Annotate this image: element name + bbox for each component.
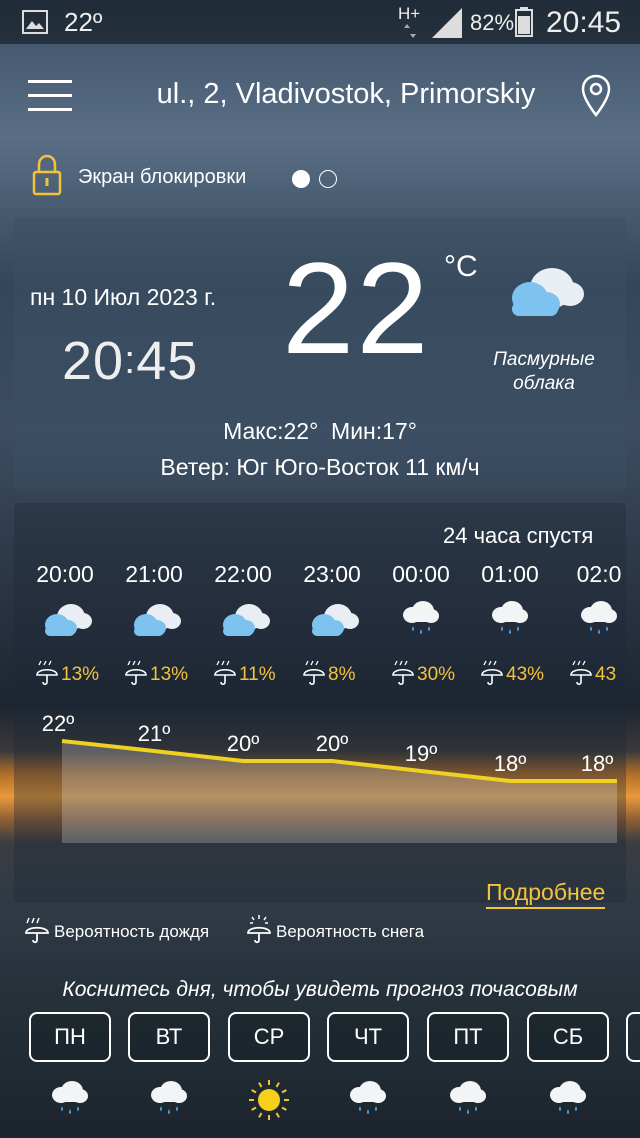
hourly-temp-label: 18º [581,751,614,776]
hourly-temp-label: 18º [494,751,527,776]
clock-minutes: 45 [136,331,199,391]
status-bar: 22º H+ 82% 20:45 [0,0,640,44]
day-button-partial[interactable] [626,1012,640,1062]
battery-icon [515,7,533,37]
location-title[interactable]: ul., 2, Vladivostok, Primorskiy [132,78,560,111]
cloud-icon [223,604,270,636]
condition-line-2: облака [513,373,575,394]
rain-legend-label: Вероятность дождя [54,922,210,941]
hourly-time: 21:00 [125,561,183,587]
clock-separator: : [124,338,137,382]
umbrella-icon [125,660,147,686]
rain-cloud-icon [350,1081,386,1114]
lock-icon[interactable] [32,154,62,196]
daily-hint: Коснитесь дня, чтобы увидеть прогноз поч… [62,978,578,1001]
menu-button[interactable] [28,80,72,112]
hourly-title: 24 часа спустя [443,523,594,548]
temperature-unit: °C [444,250,478,283]
condition-line-1: Пасмурные [493,349,595,370]
hourly-temp-label: 21º [138,721,171,746]
rain-cloud-icon [403,601,439,634]
precip-percent: 43 [595,664,617,685]
wind-value: Юг Юго-Восток 11 км/ч [236,454,480,480]
rain-probability-icon [25,917,49,944]
current-date: пн 10 Июл 2023 г. [30,284,217,310]
lock-screen-label[interactable]: Экран блокировки [78,166,246,189]
temperature-area [62,741,617,843]
day-button[interactable]: ЧТ [327,1012,409,1062]
snow-legend-label: Вероятность снега [276,922,425,941]
location-pin-icon[interactable] [580,74,612,118]
cloud-icon [45,604,92,636]
current-clock: 20:45 [62,330,198,392]
cloud-icon [312,604,359,636]
precip-percent: 11% [239,664,276,685]
rain-cloud-icon [581,601,617,634]
hourly-temperature-chart: 22º 21º 20º 20º 19º 18º 18º [42,711,617,843]
menu-line [28,80,72,83]
min-value: 17° [382,418,417,444]
rain-cloud-icon [550,1081,586,1114]
hourly-temp-label: 19º [405,741,438,766]
min-label: Мин: [331,418,383,444]
data-arrows-icon [404,24,416,38]
hourly-temp-label: 20º [316,731,349,756]
day-button[interactable]: СР [228,1012,310,1062]
precip-percent: 13% [150,664,189,685]
page-dot-active[interactable] [292,170,310,188]
clock-hours: 20 [62,331,125,391]
hourly-time: 02:0 [576,561,622,587]
hourly-temp-label: 22º [42,711,75,736]
snow-probability-icon [247,915,271,944]
day-button[interactable]: ПТ [427,1012,509,1062]
current-temperature: 22 [282,235,431,381]
min-max-row: Макс:22° Мин:17° [14,418,626,445]
precip-percent: 8% [328,664,356,685]
umbrella-icon [36,660,58,686]
battery-percent: 82% [470,10,515,35]
day-button[interactable]: СБ [527,1012,609,1062]
more-details-link[interactable]: Подробнее [486,879,606,909]
umbrella-icon [481,660,503,686]
hourly-time: 01:00 [481,561,539,587]
umbrella-icon [570,660,592,686]
wind-label: Ветер: [160,454,230,480]
umbrella-icon [214,660,236,686]
precip-percent: 43% [506,664,545,685]
umbrella-icon [392,660,414,686]
hourly-temp-label: 20º [227,731,260,756]
precip-percent: 13% [61,664,100,685]
cloud-icon [134,604,181,636]
max-value: 22° [283,418,319,444]
max-label: Макс: [223,418,284,444]
current-weather-panel[interactable]: пн 10 Июл 2023 г. 20:45 22 °C Пасмурные … [14,218,626,490]
rain-cloud-icon [492,601,528,634]
network-type: H+ [398,4,421,23]
hourly-time: 22:00 [214,561,272,587]
umbrella-icon [303,660,325,686]
menu-line [28,94,72,97]
gallery-icon [22,10,48,34]
hourly-time: 00:00 [392,561,450,587]
condition-text: Пасмурные облака [484,348,604,396]
cloud-icon [512,268,584,316]
rain-cloud-icon [52,1081,88,1114]
status-temp: 22º [64,7,103,37]
menu-line [28,108,72,111]
page-dot[interactable] [319,170,337,188]
sun-icon [249,1080,289,1120]
day-button[interactable]: ВТ [128,1012,210,1062]
hourly-time: 23:00 [303,561,361,587]
rain-cloud-icon [450,1081,486,1114]
day-button[interactable]: ПН [29,1012,111,1062]
wind-row: Ветер: Юг Юго-Восток 11 км/ч [14,454,626,481]
status-time: 20:45 [546,6,622,39]
signal-icon [432,8,462,38]
hourly-time: 20:00 [36,561,94,587]
rain-cloud-icon [151,1081,187,1114]
precip-percent: 30% [417,664,456,685]
